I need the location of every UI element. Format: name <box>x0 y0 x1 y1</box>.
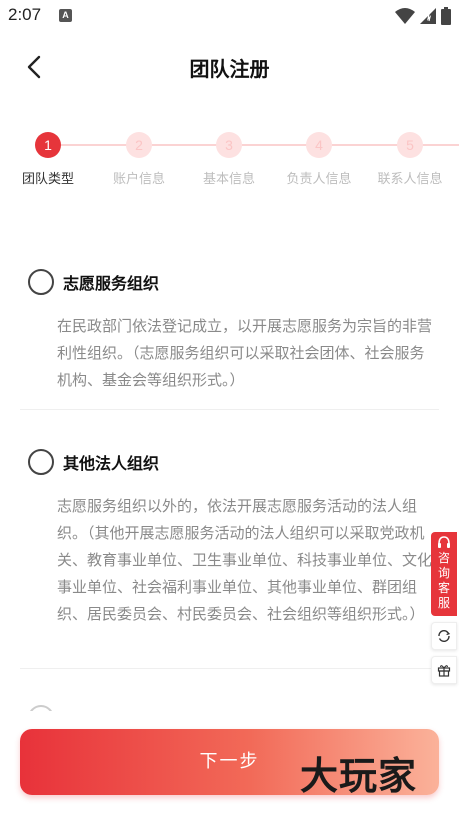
option-title: 其他法人组织 <box>63 454 160 473</box>
option-description: 志愿服务组织以外的，依法开展志愿服务活动的法人组织。（其他开展志愿服务活动的法人… <box>57 497 433 623</box>
gift-icon <box>437 665 451 677</box>
step-leader-info: 4 负责人信息 <box>274 130 364 187</box>
status-time: 2:07 <box>8 5 42 24</box>
step-team-type: 1 团队类型 <box>3 130 93 187</box>
option-description: 在民政部门依法登记成立，以开展志愿服务为宗旨的非营利性组织。（志愿服务组织可以采… <box>57 317 433 389</box>
step-number: 3 <box>216 132 242 158</box>
step-label: 联系人信息 <box>377 172 443 187</box>
option-header[interactable]: 志愿服务组织 <box>20 267 439 297</box>
option-title: 志愿服务组织 <box>63 274 160 293</box>
option-other-legal-org[interactable]: 其他法人组织 志愿服务组织以外的，依法开展志愿服务活动的法人组织。（其他开展志愿… <box>20 447 439 628</box>
option-header[interactable]: 其他法人组织 <box>20 447 439 477</box>
consult-label: 咨询客服 <box>437 551 450 610</box>
step-number: 5 <box>397 132 423 158</box>
refresh-icon <box>438 629 451 643</box>
radio-button[interactable] <box>28 705 54 711</box>
nav-bar: 团队注册 <box>0 40 459 92</box>
gift-button[interactable] <box>431 656 457 684</box>
step-label: 账户信息 <box>112 172 165 187</box>
headset-icon <box>438 536 450 548</box>
divider <box>20 668 439 669</box>
refresh-button[interactable] <box>431 622 457 650</box>
battery-icon <box>441 7 451 25</box>
divider <box>20 409 439 410</box>
step-basic-info: 3 基本信息 <box>184 130 274 187</box>
consult-service-button[interactable]: 咨询客服 <box>431 532 457 616</box>
registration-stepper: 1 团队类型 2 账户信息 3 基本信息 4 负责人信息 5 联系人信息 <box>0 130 459 200</box>
step-number: 2 <box>126 132 152 158</box>
step-contact-info: 5 联系人信息 <box>365 130 455 187</box>
notification-icon: A <box>59 9 72 22</box>
signal-icon <box>420 8 436 24</box>
side-float-panel: 咨询客服 <box>431 532 457 684</box>
status-icons <box>395 6 451 26</box>
option-volunteer-org[interactable]: 志愿服务组织 在民政部门依法登记成立，以开展志愿服务为宗旨的非营利性组织。（志愿… <box>20 267 439 394</box>
step-label: 基本信息 <box>202 172 255 187</box>
radio-button[interactable] <box>28 449 54 475</box>
page-title: 团队注册 <box>189 57 270 81</box>
step-number: 4 <box>306 132 332 158</box>
step-number: 1 <box>35 132 61 158</box>
wifi-icon <box>395 8 415 24</box>
step-label: 负责人信息 <box>286 172 352 187</box>
step-account-info: 2 账户信息 <box>94 130 184 187</box>
status-bar: 2:07 A <box>0 0 459 32</box>
watermark-logo: 大玩家 <box>300 754 418 798</box>
step-label: 团队类型 <box>21 172 74 187</box>
radio-button[interactable] <box>28 269 54 295</box>
